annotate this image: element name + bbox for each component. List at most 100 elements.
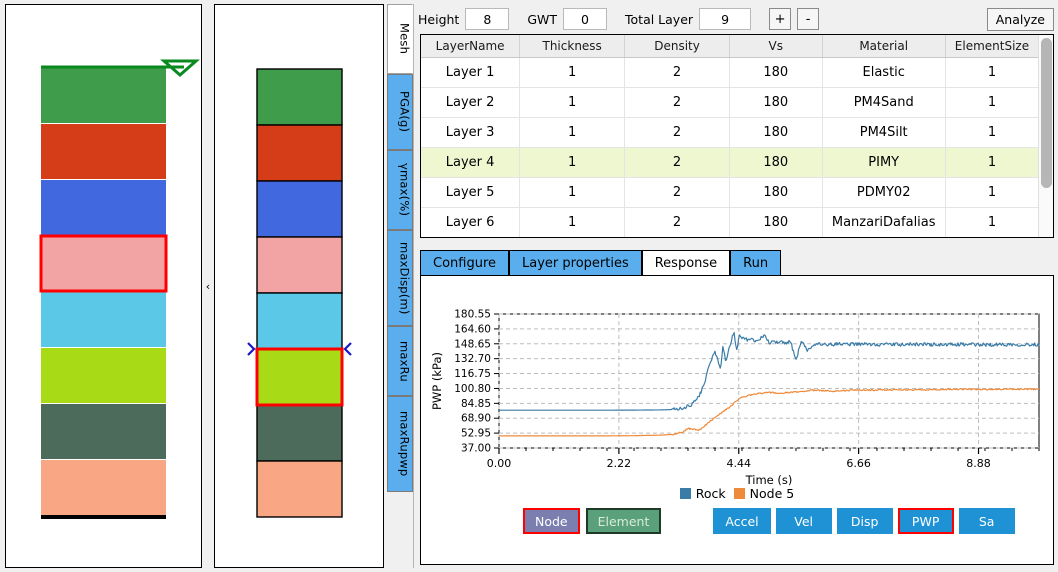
y-axis-tick-label: 84.85 (461, 398, 491, 410)
height-input[interactable] (465, 8, 510, 30)
table-cell[interactable]: 1 (519, 147, 626, 178)
soil-layer-block[interactable] (256, 180, 343, 238)
soil-layer-block[interactable] (41, 292, 166, 347)
table-cell[interactable]: 2 (624, 57, 730, 88)
sa-button[interactable]: Sa (958, 508, 1015, 534)
tab-response[interactable]: Response (641, 250, 731, 276)
x-axis-tick-label: 2.22 (607, 457, 632, 470)
tab-label: Configure (433, 256, 497, 271)
vertical-tab-maxdispm[interactable]: maxDisp(m) (386, 230, 413, 326)
table-row[interactable]: Layer 5 1 2 180 PDMY02 1 (421, 177, 1038, 208)
table-cell[interactable]: Layer 4 (421, 147, 521, 178)
layer-table-scrollbar[interactable] (1038, 35, 1053, 237)
pwp-button[interactable]: PWP (897, 508, 954, 534)
vel-button[interactable]: Vel (775, 508, 832, 534)
table-cell[interactable]: 1 (519, 87, 626, 118)
table-cell[interactable]: PIMY (822, 147, 946, 178)
table-cell[interactable]: 1 (945, 207, 1038, 237)
table-cell[interactable]: 2 (624, 87, 730, 118)
analyze-button[interactable]: Analyze (986, 7, 1054, 31)
table-cell[interactable]: 1 (945, 147, 1038, 178)
add-layer-button[interactable]: + (769, 8, 792, 30)
tab-configure[interactable]: Configure (420, 250, 510, 276)
column-header[interactable]: Thickness (519, 35, 626, 58)
soil-layer-block[interactable] (256, 124, 343, 182)
table-cell[interactable]: 1 (519, 207, 626, 237)
column-header[interactable]: ElementSize (945, 35, 1038, 58)
table-cell[interactable]: PM4Sand (822, 87, 946, 118)
disp-button[interactable]: Disp (836, 508, 893, 534)
table-cell[interactable]: 2 (624, 117, 730, 148)
table-cell[interactable]: 1 (519, 177, 626, 208)
soil-layer-block[interactable] (256, 292, 343, 350)
column-header[interactable]: Material (822, 35, 946, 58)
vertical-tab-maxrupwp[interactable]: maxRupwp (386, 396, 413, 492)
vertical-tab-mesh[interactable]: Mesh (386, 4, 413, 74)
table-cell[interactable]: Layer 2 (421, 87, 521, 118)
table-cell[interactable]: Layer 1 (421, 57, 521, 88)
vertical-tab-max[interactable]: γmax(%) (386, 150, 413, 230)
column-header[interactable]: Density (624, 35, 730, 58)
tab-run[interactable]: Run (730, 250, 782, 276)
vertical-tab-pgag[interactable]: PGA(g) (386, 74, 413, 150)
table-cell[interactable]: PM4Silt (822, 117, 946, 148)
layer-table[interactable]: LayerName Thickness Density Vs Material Eleme… (421, 35, 1038, 237)
soil-layer-block[interactable] (41, 348, 166, 403)
total-layer-input[interactable] (699, 8, 752, 30)
layer-table-scroll-area[interactable]: LayerName Thickness Density Vs Material Eleme… (421, 35, 1038, 237)
table-row[interactable]: Layer 2 1 2 180 PM4Sand 1 (421, 87, 1038, 118)
table-cell[interactable]: 1 (519, 117, 626, 148)
table-cell[interactable]: 180 (729, 207, 823, 237)
table-cell[interactable]: 1 (945, 117, 1038, 148)
table-cell[interactable]: 180 (729, 177, 823, 208)
table-cell[interactable]: 1 (945, 87, 1038, 118)
accel-button[interactable]: Accel (713, 508, 771, 534)
soil-layer-block[interactable] (41, 124, 166, 179)
table-cell[interactable]: 180 (729, 87, 823, 118)
table-cell[interactable]: 2 (624, 177, 730, 208)
table-row[interactable]: Layer 1 1 2 180 Elastic 1 (421, 57, 1038, 88)
soil-layer-block[interactable] (256, 68, 343, 126)
legend-label: Node 5 (749, 486, 795, 501)
scrollbar-thumb[interactable] (1041, 38, 1052, 188)
table-cell[interactable]: ManzariDafalias (822, 207, 946, 237)
chart-plot-frame (498, 313, 1040, 449)
soil-layer-block[interactable] (41, 236, 166, 291)
table-cell[interactable]: 180 (729, 147, 823, 178)
table-row[interactable]: Layer 3 1 2 180 PM4Silt 1 (421, 117, 1038, 148)
column-header[interactable]: LayerName (421, 35, 521, 58)
layer-table-body[interactable]: Layer 1 1 2 180 Elastic 1 Layer 2 1 2 180 PM4Sand 1… (421, 57, 1038, 237)
table-cell[interactable]: PDMY02 (822, 177, 946, 208)
table-cell[interactable]: Layer 5 (421, 177, 521, 208)
vertical-tab-maxru[interactable]: maxRu (386, 326, 413, 396)
tab-layer-properties[interactable]: Layer properties (509, 250, 642, 276)
table-cell[interactable]: Layer 3 (421, 117, 521, 148)
soil-layer-block[interactable] (256, 348, 343, 406)
table-cell[interactable]: 180 (729, 117, 823, 148)
table-cell[interactable]: 1 (519, 57, 626, 88)
table-row[interactable]: Layer 6 1 2 180 ManzariDafalias 1 (421, 207, 1038, 237)
soil-layer-block[interactable] (256, 236, 343, 294)
soil-layer-block[interactable] (256, 404, 343, 462)
soil-layer-block[interactable] (41, 404, 166, 459)
soil-column-mid-graphic[interactable] (215, 5, 383, 567)
soil-layer-block[interactable] (41, 460, 166, 515)
soil-layer-block[interactable] (41, 180, 166, 235)
table-cell[interactable]: 2 (624, 207, 730, 237)
node-button[interactable]: Node (523, 508, 580, 534)
panel-collapse-handle[interactable]: ‹ (203, 4, 213, 568)
remove-layer-button[interactable]: - (797, 8, 820, 30)
column-header[interactable]: Vs (729, 35, 823, 58)
table-cell[interactable]: 2 (624, 147, 730, 178)
element-button[interactable]: Element (585, 508, 662, 534)
table-cell[interactable]: 180 (729, 57, 823, 88)
table-cell[interactable]: Layer 6 (421, 207, 521, 237)
table-row[interactable]: Layer 4 1 2 180 PIMY 1 (421, 147, 1038, 178)
table-cell[interactable]: Elastic (822, 57, 946, 88)
table-cell[interactable]: 1 (945, 57, 1038, 88)
soil-layer-block[interactable] (256, 460, 343, 518)
gwt-input[interactable] (563, 8, 608, 30)
soil-column-left-graphic[interactable] (6, 5, 201, 567)
soil-layer-block[interactable] (41, 68, 166, 123)
table-cell[interactable]: 1 (945, 177, 1038, 208)
